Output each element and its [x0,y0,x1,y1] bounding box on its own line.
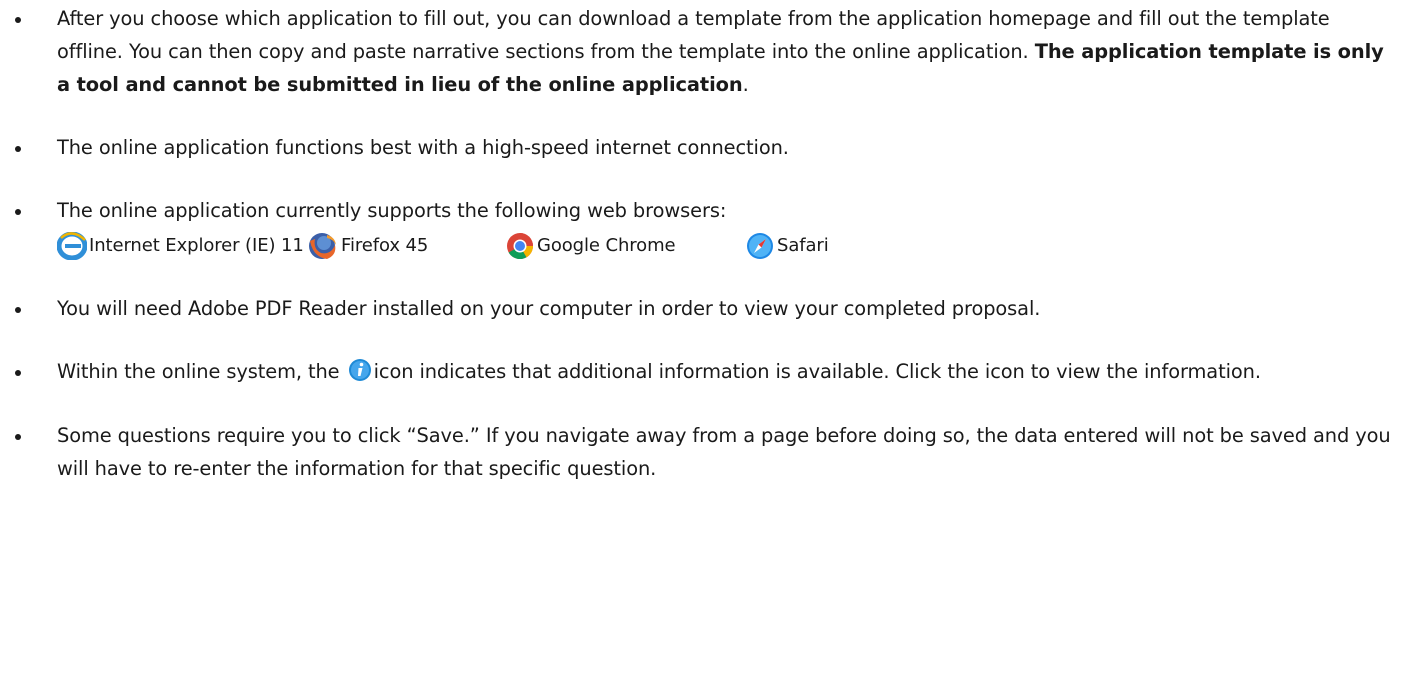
bullet-dot [15,17,21,23]
info-text-end: icon indicates that additional informati… [373,360,1261,383]
internet-explorer-icon [57,231,87,260]
browser-internet-explorer: Internet Explorer (IE) 11 [57,229,305,262]
safari-icon [747,232,773,259]
browser-label: Google Chrome [537,235,676,256]
list-item-save: Some questions require you to click “Sav… [0,419,1395,485]
bullet-list: After you choose which application to fi… [0,2,1395,485]
bullet-dot [15,370,21,376]
browser-label: Safari [777,235,829,256]
internet-text: The online application functions best wi… [57,136,789,159]
browser-firefox: Firefox 45 [305,229,505,262]
list-item-template: After you choose which application to fi… [0,2,1395,101]
save-text: Some questions require you to click “Sav… [57,424,1391,480]
browser-list: Internet Explorer (IE) 11 Firefox 45 Goo… [57,229,1395,262]
bullet-dot [15,209,21,215]
browser-label: Internet Explorer (IE) 11 [89,235,304,256]
list-item-info-icon: Within the online system, the icon indic… [0,355,1395,388]
google-chrome-icon [507,232,534,259]
browser-google-chrome: Google Chrome [505,229,745,262]
bullet-dot [15,146,21,152]
bullet-dot [15,307,21,313]
document-page: After you choose which application to fi… [0,0,1409,685]
info-text-start: Within the online system, the [57,360,346,383]
browsers-text: The online application currently support… [57,199,727,222]
pdf-reader-text: You will need Adobe PDF Reader installed… [57,297,1041,320]
list-item-pdf-reader: You will need Adobe PDF Reader installed… [0,292,1395,325]
template-text-end: . [742,73,749,96]
list-item-internet: The online application functions best wi… [0,131,1395,164]
bullet-dot [15,434,21,440]
list-item-browsers: The online application currently support… [0,194,1395,262]
info-icon [348,359,371,381]
browser-safari: Safari [745,229,829,262]
browser-label: Firefox 45 [341,235,429,256]
firefox-icon [309,232,336,259]
